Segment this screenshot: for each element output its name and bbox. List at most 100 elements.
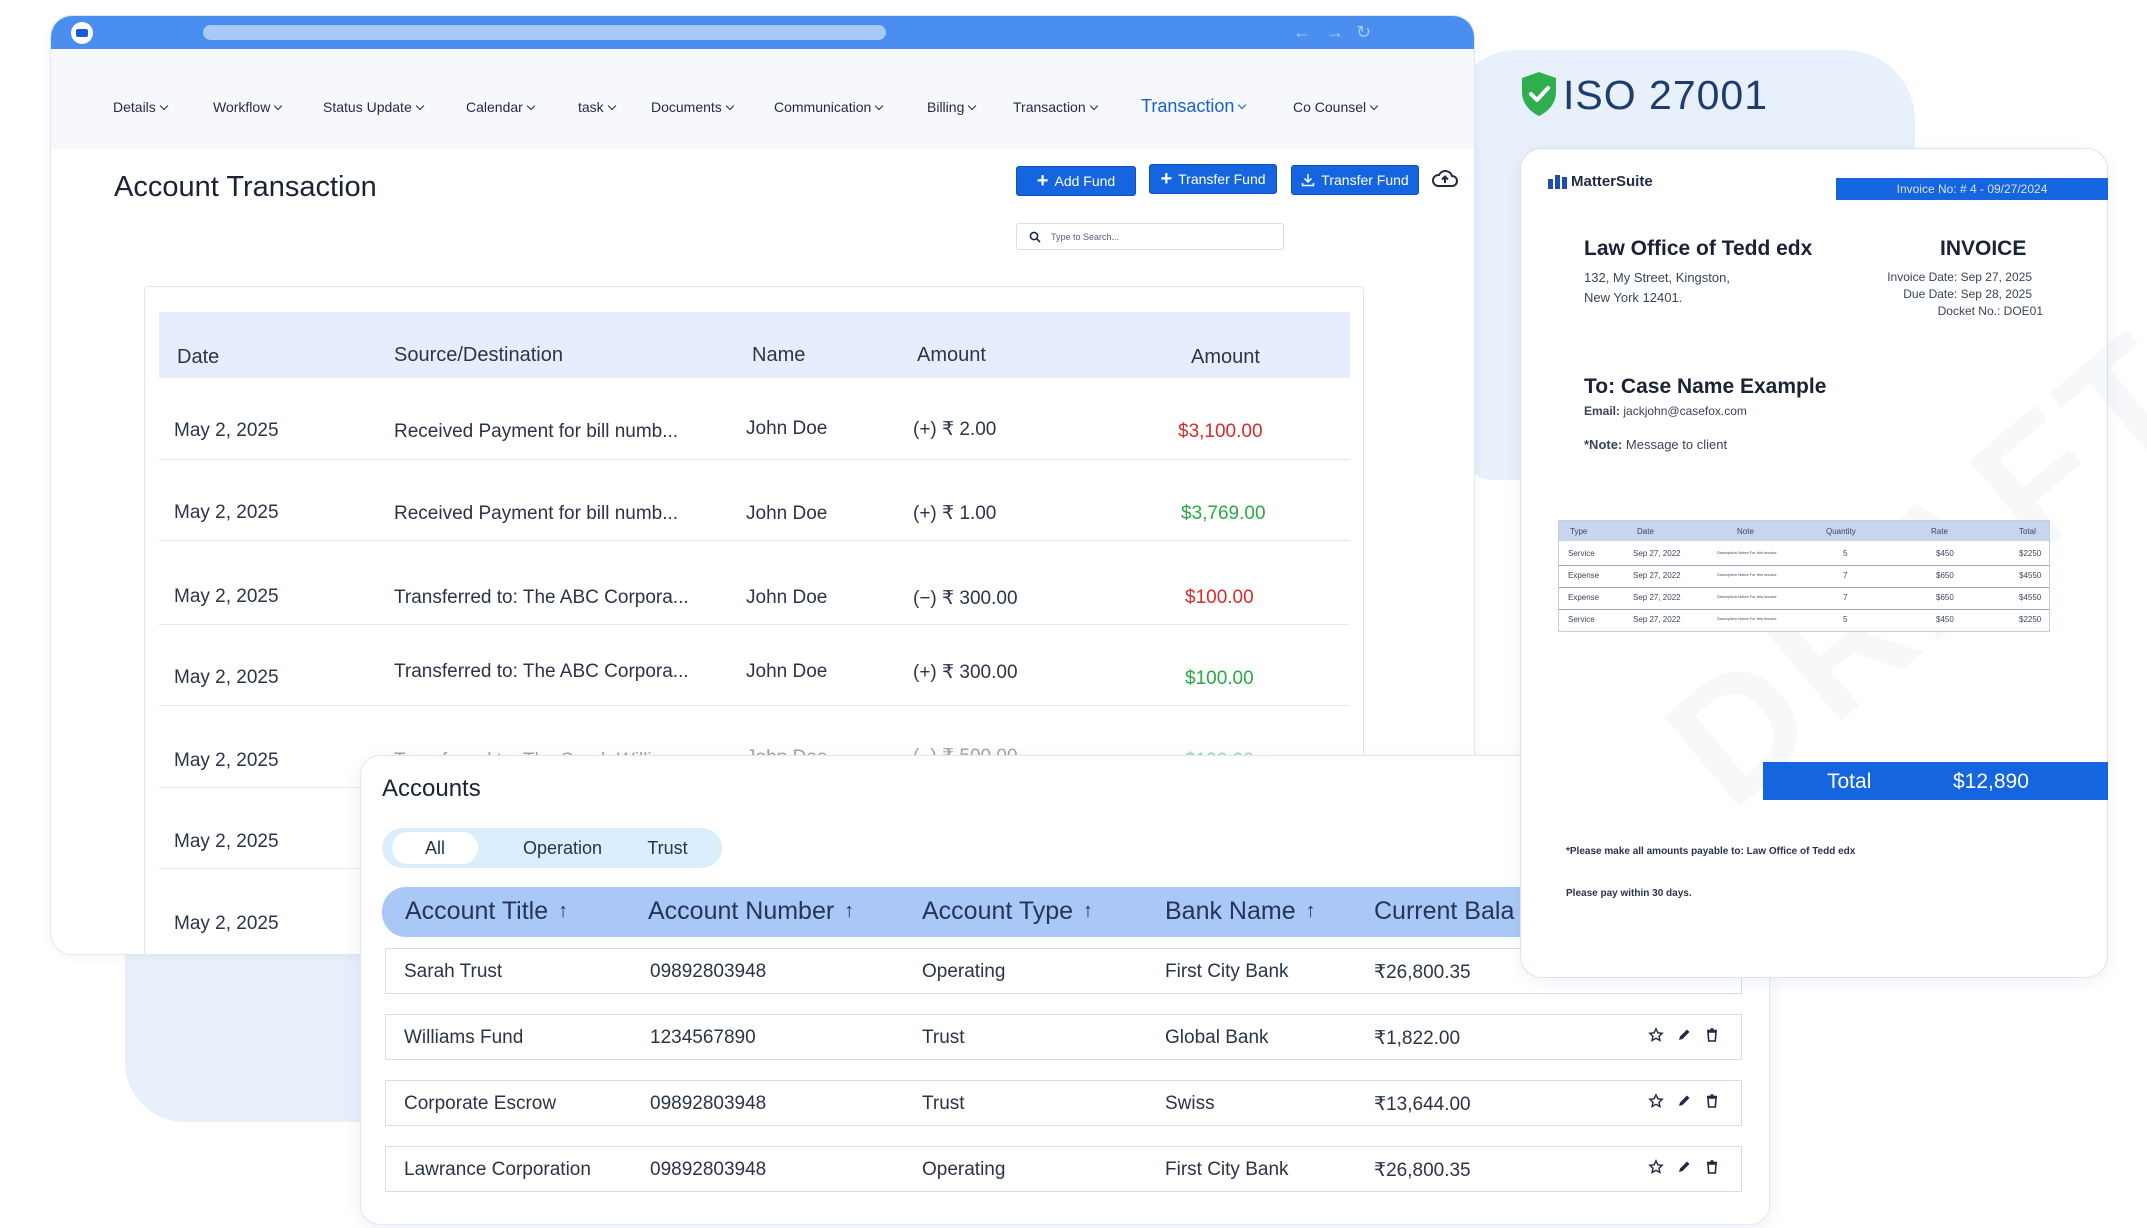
invoice-cell: 7	[1843, 571, 1848, 580]
add-fund-button[interactable]: + Add Fund	[1016, 166, 1136, 196]
invoice-cell: Description Notes For this invoice	[1717, 572, 1777, 577]
column-header-balance[interactable]: Amount	[1191, 346, 1260, 369]
tab-label: Transaction	[1141, 96, 1235, 116]
cell-name: John Doe	[746, 587, 828, 608]
refresh-icon[interactable]: ↻	[1356, 22, 1371, 42]
account-type-cell: Operating	[922, 1159, 1006, 1180]
delete-trash-icon[interactable]	[1704, 1027, 1720, 1043]
cloud-upload-icon[interactable]	[1431, 168, 1459, 190]
cell-date: May 2, 2025	[174, 420, 279, 441]
column-header-account-title[interactable]: Account Title ↑	[405, 897, 568, 926]
cell-date: May 2, 2025	[174, 913, 279, 934]
window-titlebar: ← → ↻	[51, 16, 1474, 49]
header-label: Bank Name	[1165, 897, 1296, 925]
cell-source: Received Payment for bill numb...	[394, 421, 679, 442]
tab-transaction-active[interactable]: Transaction	[1141, 96, 1247, 117]
button-label: Transfer Fund	[1321, 172, 1409, 188]
chevron-down-icon	[968, 101, 977, 110]
account-type-cell: Trust	[922, 1027, 965, 1048]
tab-communication[interactable]: Communication	[774, 99, 884, 115]
chevron-down-icon	[526, 101, 536, 110]
row-divider	[159, 459, 1350, 460]
delete-trash-icon[interactable]	[1704, 1159, 1720, 1175]
url-bar[interactable]	[203, 25, 886, 40]
cell-source: Transferred to: The ABC Corpora...	[394, 587, 689, 608]
delete-trash-icon[interactable]	[1704, 1093, 1720, 1109]
accounts-title: Accounts	[382, 775, 481, 802]
invoice-cell: Sep 27, 2022	[1633, 571, 1681, 580]
tab-label: Workflow	[213, 99, 271, 115]
tab-details[interactable]: Details	[113, 99, 169, 115]
cell-balance: $100.00	[1185, 668, 1254, 689]
star-icon[interactable]	[1648, 1159, 1664, 1175]
tab-documents[interactable]: Documents	[651, 99, 735, 115]
account-type-cell: Trust	[922, 1093, 965, 1114]
filter-tab-trust[interactable]: Trust	[630, 832, 705, 864]
column-header-amount[interactable]: Amount	[917, 344, 986, 367]
star-icon[interactable]	[1648, 1093, 1664, 1109]
cell-balance: $3,769.00	[1181, 503, 1266, 524]
brand-name: MatterSuite	[1571, 173, 1653, 190]
column-header-account-number[interactable]: Account Number ↑	[648, 897, 854, 926]
chevron-down-icon	[1238, 100, 1247, 110]
tab-billing[interactable]: Billing	[927, 99, 977, 115]
bank-name-cell: Swiss	[1165, 1093, 1215, 1114]
tab-calendar[interactable]: Calendar	[466, 99, 536, 115]
tab-workflow[interactable]: Workflow	[213, 99, 283, 115]
tab-task[interactable]: task	[578, 99, 616, 115]
invoice-email: Email: jackjohn@casefox.com	[1584, 404, 1747, 418]
cell-amount: (+) ₹ 300.00	[913, 662, 1018, 683]
tab-transaction[interactable]: Transaction	[1013, 99, 1098, 115]
current-balance-cell: ₹26,800.35	[1374, 1160, 1471, 1181]
cell-name: John Doe	[746, 503, 828, 524]
transfer-fund-download-button[interactable]: Transfer Fund	[1291, 165, 1419, 195]
column-header-current-balance[interactable]: Current Bala	[1374, 897, 1514, 926]
edit-pencil-icon[interactable]	[1676, 1093, 1692, 1109]
invoice-heading: INVOICE	[1940, 237, 2027, 260]
chevron-down-icon	[725, 101, 735, 110]
account-title-cell: Williams Fund	[404, 1027, 524, 1048]
account-row[interactable]	[385, 1080, 1742, 1126]
bank-name-cell: First City Bank	[1165, 961, 1289, 982]
search-placeholder: Type to Search...	[1051, 231, 1120, 242]
invoice-col-rate: Rate	[1931, 527, 1948, 536]
star-icon[interactable]	[1648, 1027, 1664, 1043]
column-header-name[interactable]: Name	[752, 344, 805, 367]
back-arrow-icon[interactable]: ←	[1293, 22, 1311, 42]
current-balance-cell: ₹13,644.00	[1374, 1094, 1471, 1115]
transfer-fund-button[interactable]: + Transfer Fund	[1149, 164, 1277, 194]
column-header-source[interactable]: Source/Destination	[394, 344, 563, 367]
invoice-cell: 5	[1843, 615, 1848, 624]
mattersuite-logo: MatterSuite	[1548, 173, 1653, 190]
note-label: *Note:	[1584, 437, 1623, 452]
column-header-account-type[interactable]: Account Type ↑	[922, 897, 1093, 926]
chevron-down-icon	[607, 101, 616, 110]
tab-label: Status Update	[323, 99, 412, 115]
filter-tab-operation[interactable]: Operation	[505, 832, 620, 864]
row-actions	[1648, 1159, 1720, 1175]
account-title-cell: Corporate Escrow	[404, 1093, 557, 1114]
column-header-bank-name[interactable]: Bank Name ↑	[1165, 897, 1316, 926]
column-header-date[interactable]: Date	[177, 346, 219, 369]
edit-pencil-icon[interactable]	[1676, 1159, 1692, 1175]
invoice-cell: 5	[1843, 549, 1848, 558]
account-row[interactable]	[385, 1014, 1742, 1060]
cell-balance: $3,100.00	[1178, 421, 1263, 442]
invoice-payment-note: *Please make all amounts payable to: Law…	[1566, 846, 1856, 857]
invoice-cell: 7	[1843, 593, 1848, 602]
tab-label: Details	[113, 99, 156, 115]
search-input[interactable]: Type to Search...	[1016, 223, 1284, 250]
tab-co-counsel[interactable]: Co Counsel	[1293, 99, 1379, 115]
invoice-due-date: Due Date: Sep 28, 2025	[1903, 287, 2032, 301]
invoice-col-total: Total	[2019, 527, 2036, 536]
edit-pencil-icon[interactable]	[1676, 1027, 1692, 1043]
tab-label: Billing	[927, 99, 965, 115]
account-type-cell: Operating	[922, 961, 1006, 982]
invoice-firm-name: Law Office of Tedd edx	[1584, 237, 1813, 260]
filter-tab-all[interactable]: All	[392, 832, 478, 864]
tab-status-update[interactable]: Status Update	[323, 99, 424, 115]
cell-source: Transferred to: The ABC Corpora...	[394, 661, 689, 682]
forward-arrow-icon[interactable]: →	[1326, 22, 1344, 42]
account-title-cell: Sarah Trust	[404, 961, 503, 982]
row-divider	[159, 624, 1350, 625]
